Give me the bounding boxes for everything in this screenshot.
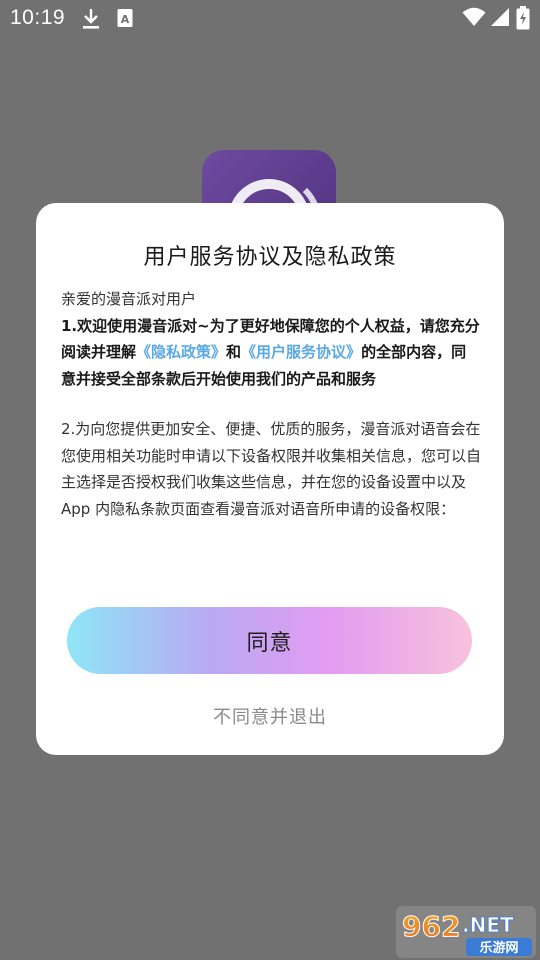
- svg-text:962: 962: [402, 910, 460, 943]
- disagree-exit-button[interactable]: 不同意并退出: [36, 703, 504, 729]
- agreement-paragraph: 1.欢迎使用漫音派对~为了更好地保障您的个人权益，请您充分阅读并理解《隐私政策》…: [61, 313, 481, 393]
- user-agreement-link[interactable]: 《用户服务协议》: [241, 343, 361, 361]
- wifi-icon: [462, 7, 486, 26]
- svg-text:乐游网: 乐游网: [479, 940, 518, 956]
- privacy-policy-link[interactable]: 《隐私政策》: [136, 343, 226, 361]
- status-time: 10:19: [10, 6, 66, 29]
- agree-button[interactable]: 同意: [67, 607, 472, 674]
- greeting-text: 亲爱的漫音派对用户: [61, 290, 197, 308]
- agreement-text-and: 和: [226, 343, 242, 361]
- svg-text:.NET: .NET: [462, 913, 514, 937]
- signal-icon: [491, 8, 509, 26]
- svg-text:A: A: [121, 13, 130, 26]
- dialog-title: 用户服务协议及隐私政策: [143, 245, 397, 270]
- dialog-body: 亲爱的漫音派对用户 1.欢迎使用漫音派对~为了更好地保障您的个人权益，请您充分阅…: [61, 286, 481, 522]
- download-icon: [83, 9, 99, 29]
- status-bar: 10:19 A: [0, 0, 540, 36]
- watermark-logo: 962 .NET 乐游网: [396, 906, 536, 958]
- translate-icon: A: [117, 9, 133, 27]
- privacy-dialog: 用户服务协议及隐私政策 亲爱的漫音派对用户 1.欢迎使用漫音派对~为了更好地保障…: [36, 203, 504, 755]
- battery-charging-icon: [516, 6, 530, 30]
- permissions-paragraph: 2.为向您提供更加安全、便捷、优质的服务，漫音派对语音会在您使用相关功能时申请以…: [61, 420, 482, 518]
